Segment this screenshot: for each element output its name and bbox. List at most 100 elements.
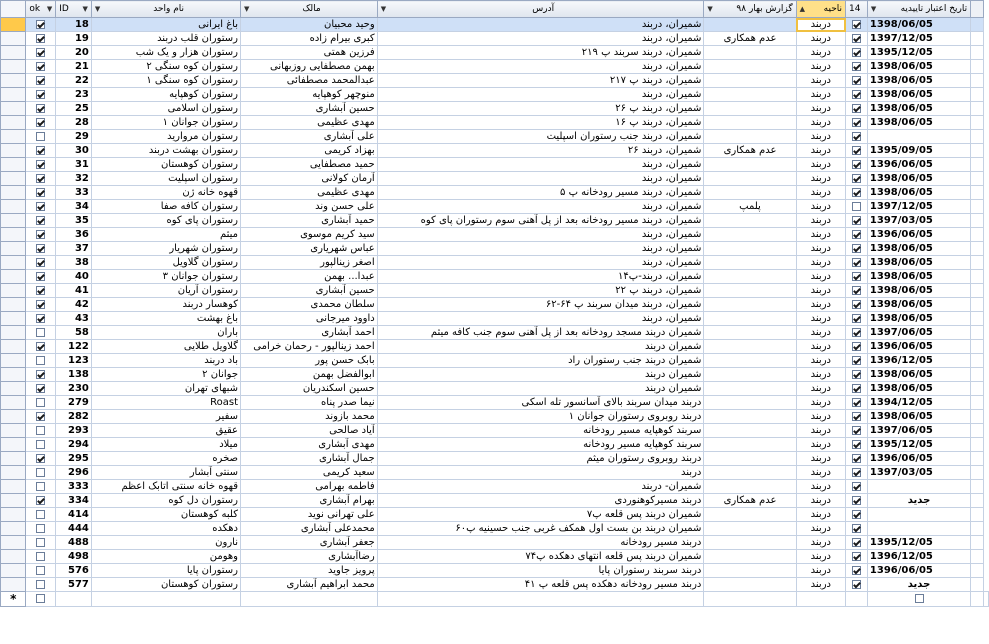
id-cell[interactable]: 123 [55, 353, 92, 368]
date-cell[interactable] [866, 507, 972, 522]
row-selector[interactable] [0, 87, 27, 102]
ok-checkbox[interactable] [36, 369, 46, 379]
report-cell[interactable] [703, 423, 797, 438]
owner-cell[interactable]: محمد ابراهیم آبشاری [240, 577, 378, 592]
id-cell[interactable]: 488 [55, 535, 92, 550]
row-selector[interactable] [0, 227, 27, 242]
date-cell[interactable]: 1395/12/05 [866, 437, 972, 452]
sort-dropdown-icon[interactable]: ▼ [381, 5, 386, 13]
c14-checkbox[interactable] [851, 313, 861, 323]
report-cell[interactable] [703, 521, 797, 536]
c14-checkbox[interactable] [851, 257, 861, 267]
area-cell[interactable]: دربند [795, 479, 847, 494]
date-cell[interactable]: 1398/06/05 [866, 171, 972, 186]
new-record-cell[interactable] [240, 591, 378, 607]
c14-cell[interactable] [845, 549, 868, 564]
address-cell[interactable]: شمیران، دربند [376, 31, 705, 46]
table-row[interactable]: 41 رستوران آریان حسین آبشاری شمیران، دربند … [0, 283, 989, 298]
ok-checkbox[interactable] [36, 243, 46, 253]
c14-checkbox[interactable] [851, 299, 861, 309]
owner-cell[interactable]: حسین آبشاری [240, 283, 378, 298]
c14-cell[interactable] [845, 227, 868, 242]
column-header-ok[interactable]: ok ▼ [25, 0, 57, 18]
address-cell[interactable]: شمیران، دربند [376, 311, 705, 326]
owner-cell[interactable]: بهزاد کریمی [240, 143, 378, 158]
row-selector[interactable] [0, 59, 27, 74]
name-cell[interactable]: رستوران آریان [90, 283, 242, 298]
area-cell[interactable]: دربند [795, 507, 847, 522]
id-cell[interactable]: 230 [55, 381, 92, 396]
date-cell[interactable]: 1394/12/05 [866, 395, 972, 410]
owner-cell[interactable]: منوچهر کوهپایه [240, 87, 378, 102]
ok-cell[interactable] [25, 395, 57, 410]
row-selector[interactable] [0, 171, 27, 186]
c14-cell[interactable] [845, 171, 868, 186]
ok-cell[interactable] [25, 171, 57, 186]
sort-dropdown-icon[interactable]: ▼ [707, 5, 712, 13]
owner-cell[interactable]: عباس شهریاری [240, 241, 378, 256]
table-row[interactable]: 36 میثم سید کریم موسوی شمیران، دربند دربند 13… [0, 227, 989, 242]
table-row[interactable]: 279 Roast نیما صدر پناه دربند میدان سربند ب… [0, 395, 989, 410]
new-c14-cell[interactable] [866, 591, 972, 607]
name-cell[interactable]: گلاویل طلایی [90, 339, 242, 354]
column-header-area[interactable]: ▲ ناحیه [795, 0, 847, 18]
area-cell[interactable]: دربند [795, 185, 847, 200]
ok-cell[interactable] [25, 325, 57, 340]
ok-cell[interactable] [25, 437, 57, 452]
id-cell[interactable]: 58 [55, 325, 92, 340]
ok-cell[interactable] [25, 73, 57, 88]
c14-checkbox[interactable] [851, 523, 861, 533]
c14-cell[interactable] [845, 199, 868, 214]
owner-cell[interactable]: نیما صدر پناه [240, 395, 378, 410]
c14-cell[interactable] [845, 73, 868, 88]
address-cell[interactable]: شمیران، دربند [376, 199, 705, 214]
new-record-cell[interactable] [845, 591, 868, 607]
row-selector[interactable] [0, 129, 27, 144]
table-row[interactable]: 123 باد دربند بابک حسن پور شمیران دربند جنب… [0, 353, 989, 368]
area-cell[interactable]: دربند [795, 311, 847, 326]
date-cell[interactable]: 1395/12/05 [866, 45, 972, 60]
owner-cell[interactable]: علی حسن وند [240, 199, 378, 214]
name-cell[interactable]: رستوران کوهستان [90, 157, 242, 172]
c14-cell[interactable] [845, 423, 868, 438]
id-cell[interactable]: 41 [55, 283, 92, 298]
row-selector[interactable] [0, 101, 27, 116]
c14-checkbox[interactable] [851, 551, 861, 561]
name-cell[interactable]: رستوران دل کوه [90, 493, 242, 508]
c14-checkbox[interactable] [851, 103, 861, 113]
owner-cell[interactable]: وحید محبیان [240, 17, 378, 32]
ok-checkbox[interactable] [36, 551, 46, 561]
ok-checkbox[interactable] [36, 341, 46, 351]
ok-cell[interactable] [25, 577, 57, 592]
row-selector[interactable] [0, 465, 27, 480]
report-cell[interactable] [703, 465, 797, 480]
c14-checkbox[interactable] [851, 75, 861, 85]
area-cell[interactable]: دربند [795, 395, 847, 410]
report-cell[interactable] [703, 339, 797, 354]
id-cell[interactable]: 122 [55, 339, 92, 354]
owner-cell[interactable]: پرویز جاوید [240, 563, 378, 578]
row-selector[interactable] [0, 311, 27, 326]
c14-cell[interactable] [845, 409, 868, 424]
report-cell[interactable] [703, 311, 797, 326]
c14-checkbox[interactable] [851, 243, 861, 253]
id-cell[interactable]: 38 [55, 255, 92, 270]
table-row[interactable]: 42 کوهسار دربند سلطان محمدی شمیران، دربند م… [0, 297, 989, 312]
name-cell[interactable]: رستوران کوهپایه [90, 87, 242, 102]
id-cell[interactable]: 294 [55, 437, 92, 452]
id-cell[interactable]: 19 [55, 31, 92, 46]
row-selector[interactable] [0, 269, 27, 284]
date-cell[interactable]: 1398/06/05 [866, 381, 972, 396]
owner-cell[interactable]: داوود میرجانی [240, 311, 378, 326]
address-cell[interactable]: شمیران، دربند پ ۲۱۷ [376, 73, 705, 88]
new-record-cell[interactable] [703, 591, 797, 607]
ok-cell[interactable] [25, 353, 57, 368]
ok-cell[interactable] [25, 409, 57, 424]
name-cell[interactable]: رستوران اسلامی [90, 101, 242, 116]
sort-dropdown-icon[interactable]: ▼ [95, 5, 100, 13]
id-cell[interactable]: 296 [55, 465, 92, 480]
area-cell[interactable]: دربند [795, 115, 847, 130]
report-cell[interactable] [703, 171, 797, 186]
c14-checkbox[interactable] [851, 89, 861, 99]
c14-checkbox[interactable] [851, 439, 861, 449]
